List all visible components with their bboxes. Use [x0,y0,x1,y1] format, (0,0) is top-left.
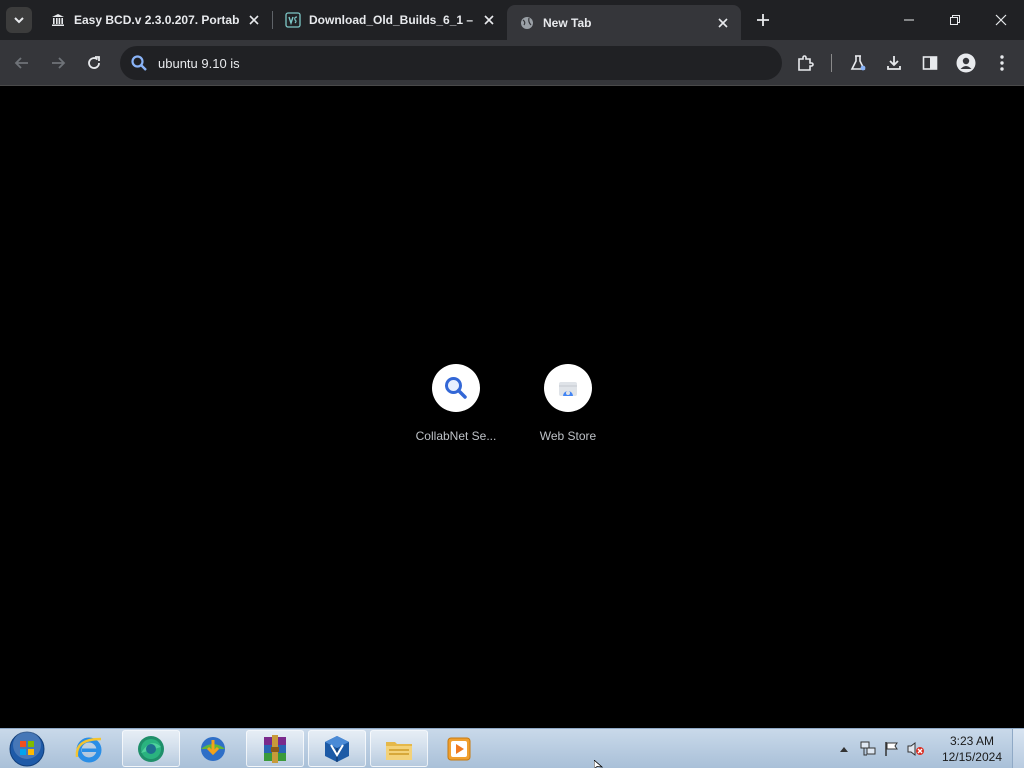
tab-search-button[interactable] [6,7,32,33]
volume-muted-icon [907,742,924,756]
download-icon [887,56,901,70]
vs-icon [285,12,301,28]
virtualbox-icon [325,735,349,762]
system-tray: 3:23 AM 12/15/2024 [832,729,1024,768]
taskbar-file-explorer[interactable] [370,730,428,767]
network-icon [860,741,876,756]
tab-easybcd[interactable]: Easy BCD.v 2.3.0.207. Portable [38,0,272,40]
side-panel-button[interactable] [912,45,948,81]
menu-dots-icon [1000,55,1004,71]
back-arrow-icon [14,56,28,69]
toolbar-actions [787,45,1020,81]
back-button[interactable] [4,45,40,81]
screen: Easy BCD.v 2.3.0.207. Portable Download_… [0,0,1024,768]
shortcut-collabnet[interactable]: CollabNet Se... [401,364,511,443]
plus-icon [757,14,769,26]
idm-icon [201,736,225,761]
shortcut-icon-circle [432,364,480,412]
clock-date: 12/15/2024 [941,750,1002,764]
taskbar-chrome[interactable] [122,730,180,767]
chrome-icon [138,735,164,762]
start-button[interactable] [4,730,50,768]
reload-icon [88,55,100,69]
show-hidden-icons-button[interactable] [834,739,854,759]
mouse-cursor-icon [594,760,604,768]
search-icon [445,377,467,399]
close-icon[interactable] [246,12,262,28]
address-bar[interactable]: ubuntu 9.10 is [120,46,782,80]
shortcut-label: CollabNet Se... [415,429,497,443]
close-window-button[interactable] [978,0,1024,40]
network-tray-icon[interactable] [858,739,878,759]
windows-start-icon [9,731,45,767]
taskbar-idm[interactable] [184,730,242,767]
reload-button[interactable] [76,45,112,81]
shortcut-label: Web Store [539,429,597,443]
forward-arrow-icon [52,56,66,69]
close-icon [995,14,1007,26]
chevron-down-icon [14,17,24,24]
taskbar-winrar[interactable] [246,730,304,767]
downloads-button[interactable] [876,45,912,81]
web-store-icon [559,382,577,396]
shortcut-web-store[interactable]: Web Store [513,364,623,443]
window-controls [886,0,1024,40]
taskbar-internet-explorer[interactable] [60,730,118,767]
side-panel-icon [922,56,938,70]
minimize-icon [904,19,914,21]
tab-new-tab[interactable]: New Tab [507,5,741,40]
file-explorer-icon [386,741,412,760]
labs-flask-icon [850,55,866,71]
minimize-button[interactable] [886,0,932,40]
volume-tray-icon[interactable] [906,739,926,759]
profile-button[interactable] [948,45,984,81]
clock-time: 3:23 AM [949,734,994,748]
flag-icon [885,742,898,756]
internet-explorer-icon [75,737,102,762]
labs-button[interactable] [840,45,876,81]
close-icon[interactable] [481,12,497,28]
tab-title: New Tab [543,15,592,30]
toolbar-divider [831,54,832,72]
tab-strip: Easy BCD.v 2.3.0.207. Portable Download_… [0,0,1024,40]
action-center-tray-icon[interactable] [882,739,902,759]
new-tab-button[interactable] [749,6,777,34]
winrar-icon [264,734,286,763]
extensions-icon [798,55,814,71]
bank-building-icon [50,12,66,28]
close-icon[interactable] [715,15,731,31]
address-input[interactable]: ubuntu 9.10 is [158,56,240,71]
tab-download-old-builds[interactable]: Download_Old_Builds_6_1 – Or [273,0,507,40]
taskbar-virtualbox[interactable] [308,730,366,767]
taskbar: 3:23 AM 12/15/2024 [0,728,1024,768]
shortcut-icon-circle [544,364,592,412]
tab-title: Download_Old_Builds_6_1 – Or [309,13,475,27]
restore-icon [950,15,960,25]
profile-icon [956,53,976,73]
menu-button[interactable] [984,45,1020,81]
caret-up-icon [839,747,848,752]
browser-toolbar: ubuntu 9.10 is [0,40,1024,86]
taskbar-clock[interactable]: 3:23 AM 12/15/2024 [942,733,1002,765]
search-icon [128,52,150,74]
forward-button[interactable] [40,45,76,81]
restore-button[interactable] [932,0,978,40]
extensions-button[interactable] [787,45,823,81]
new-tab-page: CollabNet Se... Web Store [0,87,1024,728]
globe-icon [519,15,535,31]
taskbar-media-player[interactable] [430,730,488,767]
tab-title: Easy BCD.v 2.3.0.207. Portable [74,13,240,27]
show-desktop-button[interactable] [1012,729,1024,768]
media-player-icon [447,737,471,760]
